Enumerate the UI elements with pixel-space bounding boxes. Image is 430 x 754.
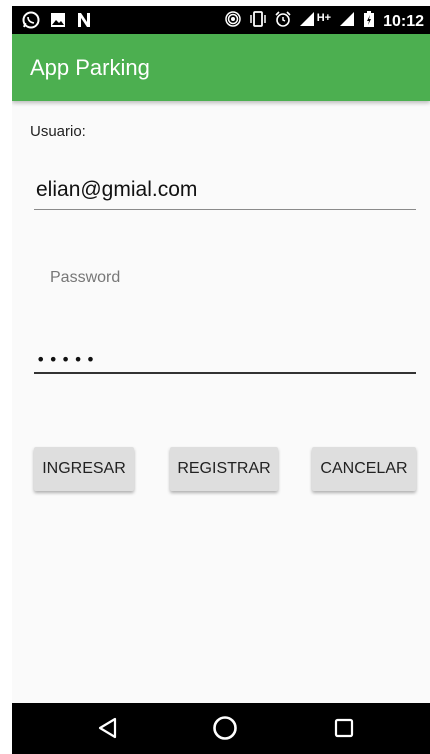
battery-icon: [363, 10, 375, 33]
recents-icon[interactable]: [334, 718, 354, 743]
signal-icon: [299, 11, 315, 32]
alarm-icon: [275, 11, 291, 32]
n-icon: [76, 12, 92, 33]
back-icon[interactable]: [97, 717, 119, 744]
hotspot-icon: [224, 11, 241, 32]
image-icon: [50, 12, 66, 33]
email-field[interactable]: elian@gmial.com: [34, 178, 416, 210]
whatsapp-icon: [22, 11, 40, 34]
email-value: elian@gmial.com: [36, 178, 198, 201]
status-bar: H+ 10:12: [12, 6, 430, 34]
vibrate-icon: [249, 11, 267, 32]
cancelar-button[interactable]: CANCELAR: [312, 447, 416, 491]
network-type: H+: [316, 11, 332, 24]
signal-icon: [339, 11, 355, 32]
password-value: •••••: [36, 350, 99, 369]
usuario-label: Usuario:: [30, 123, 86, 140]
app-title: App Parking: [30, 55, 150, 80]
app-screen: H+ 10:12 App Parking Usuario: elian@gmia…: [12, 6, 430, 754]
password-field[interactable]: •••••: [34, 344, 416, 374]
app-bar: App Parking: [12, 34, 430, 101]
ingresar-button[interactable]: INGRESAR: [34, 447, 134, 491]
password-label: Password: [50, 269, 121, 286]
registrar-button[interactable]: REGISTRAR: [170, 447, 278, 491]
clock: 10:12: [383, 12, 424, 30]
navigation-bar: [12, 703, 430, 754]
home-icon[interactable]: [212, 715, 238, 746]
